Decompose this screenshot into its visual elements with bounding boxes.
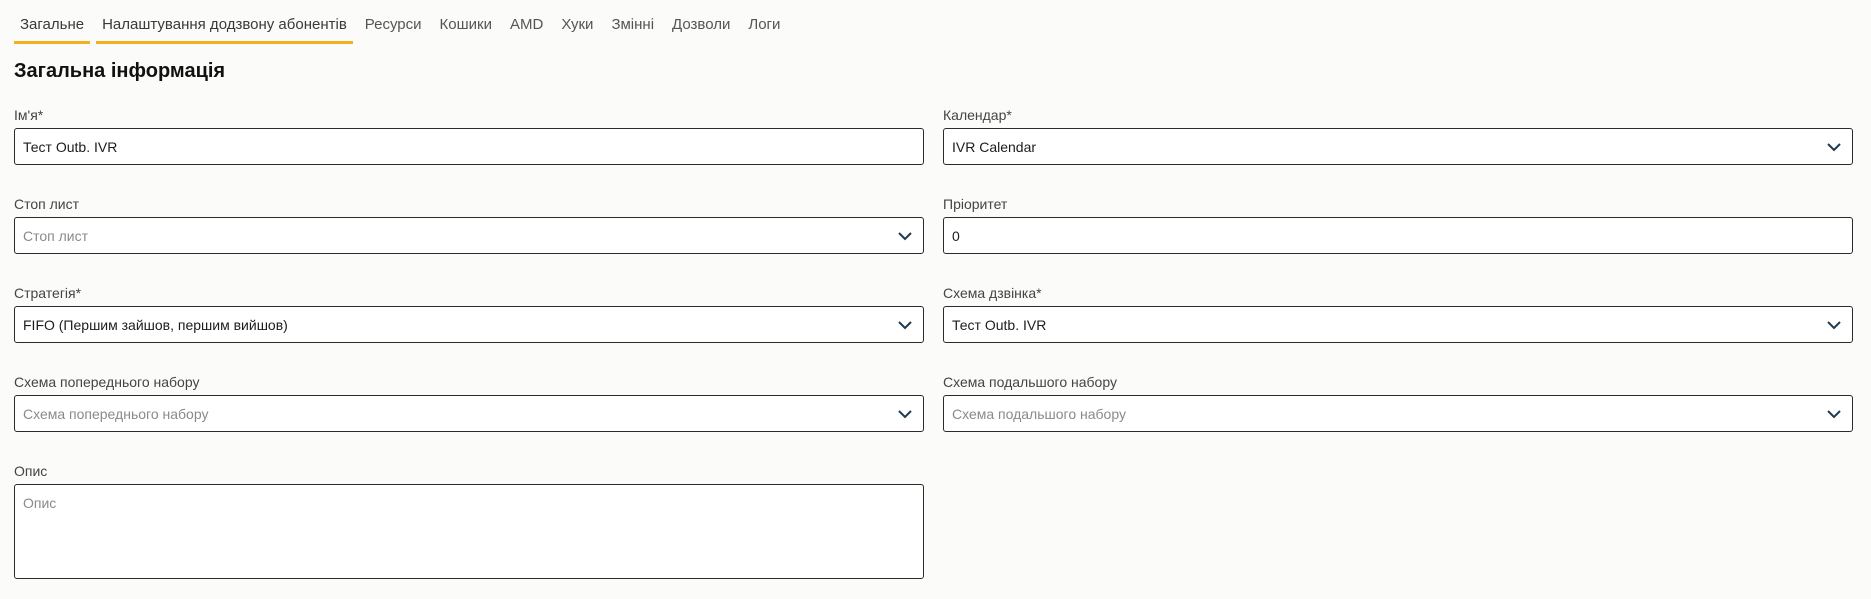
strategy-select[interactable]: FIFO (Першим зайшов, першим вийшов) — [14, 306, 924, 343]
calendar-field-group: Календар* IVR Calendar — [943, 106, 1853, 165]
tab-logs[interactable]: Логи — [742, 0, 786, 44]
tab-dial-settings[interactable]: Налаштування додзвону абонентів — [96, 0, 353, 44]
chevron-down-icon — [1827, 409, 1841, 418]
chevron-down-icon — [1827, 142, 1841, 151]
stop-list-label: Стоп лист — [14, 196, 80, 212]
post-dial-scheme-label: Схема подальшого набору — [943, 374, 1117, 390]
tab-permissions[interactable]: Дозволи — [666, 0, 736, 44]
tab-buckets[interactable]: Кошики — [434, 0, 498, 44]
name-input[interactable]: Тест Outb. IVR — [14, 128, 924, 165]
pre-dial-scheme-select[interactable]: Схема попереднього набору — [14, 395, 924, 432]
strategy-field-group: Стратегія* FIFO (Першим зайшов, першим в… — [14, 284, 924, 343]
calendar-label: Календар* — [943, 107, 1012, 123]
description-placeholder: Опис — [23, 495, 57, 511]
tab-hooks[interactable]: Хуки — [555, 0, 599, 44]
stop-list-field-group: Стоп лист Стоп лист — [14, 195, 924, 254]
name-value: Тест Outb. IVR — [23, 138, 118, 155]
tab-general[interactable]: Загальне — [14, 0, 91, 44]
pre-dial-scheme-label: Схема попереднього набору — [14, 374, 200, 390]
call-scheme-value: Тест Outb. IVR — [952, 316, 1047, 333]
priority-value: 0 — [952, 227, 960, 244]
calendar-select[interactable]: IVR Calendar — [943, 128, 1853, 165]
stop-list-select[interactable]: Стоп лист — [14, 217, 924, 254]
call-scheme-select[interactable]: Тест Outb. IVR — [943, 306, 1853, 343]
priority-field-group: Пріоритет 0 — [943, 195, 1853, 254]
tab-variables[interactable]: Змінні — [605, 0, 660, 44]
stop-list-placeholder: Стоп лист — [23, 227, 89, 244]
strategy-label: Стратегія* — [14, 285, 82, 301]
tab-resources[interactable]: Ресурси — [359, 0, 428, 44]
call-scheme-field-group: Схема дзвінка* Тест Outb. IVR — [943, 284, 1853, 343]
pre-dial-scheme-placeholder: Схема попереднього набору — [23, 405, 209, 422]
description-field-group: Опис Опис — [14, 462, 924, 579]
calendar-value: IVR Calendar — [952, 138, 1037, 155]
priority-input[interactable]: 0 — [943, 217, 1853, 254]
description-textarea[interactable]: Опис — [14, 484, 924, 579]
tab-bar: Загальне Налаштування додзвону абонентів… — [14, 0, 792, 46]
name-field-group: Ім'я* Тест Outb. IVR — [14, 106, 924, 165]
chevron-down-icon — [898, 231, 912, 240]
post-dial-scheme-placeholder: Схема подальшого набору — [952, 405, 1126, 422]
chevron-down-icon — [898, 409, 912, 418]
call-scheme-label: Схема дзвінка* — [943, 285, 1042, 301]
pre-dial-scheme-field-group: Схема попереднього набору Схема попередн… — [14, 373, 924, 432]
tab-amd[interactable]: AMD — [504, 0, 549, 44]
post-dial-scheme-field-group: Схема подальшого набору Схема подальшого… — [943, 373, 1853, 432]
chevron-down-icon — [898, 320, 912, 329]
section-title: Загальна інформація — [14, 60, 226, 82]
description-label: Опис — [14, 463, 48, 479]
priority-label: Пріоритет — [943, 196, 1008, 212]
chevron-down-icon — [1827, 320, 1841, 329]
name-label: Ім'я* — [14, 107, 44, 123]
strategy-value: FIFO (Першим зайшов, першим вийшов) — [23, 316, 288, 333]
post-dial-scheme-select[interactable]: Схема подальшого набору — [943, 395, 1853, 432]
